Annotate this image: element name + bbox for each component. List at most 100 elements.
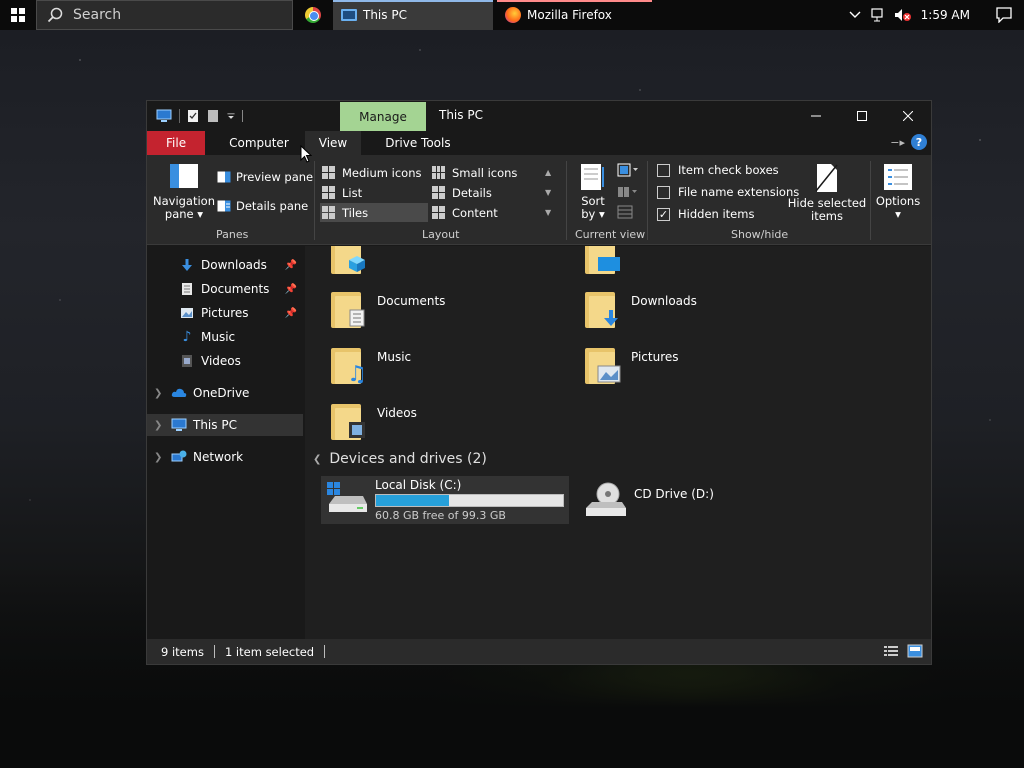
- folder-downloads[interactable]: Downloads: [583, 288, 697, 330]
- pin-icon[interactable]: 📌: [285, 284, 297, 295]
- chrome-icon: [305, 7, 321, 23]
- taskbar-task-this-pc[interactable]: This PC: [333, 0, 493, 30]
- taskbar-task-firefox[interactable]: Mozilla Firefox: [497, 0, 652, 30]
- task-label: This PC: [363, 8, 407, 22]
- hidden-items-label: Hidden items: [678, 207, 755, 221]
- notification-icon[interactable]: [984, 0, 1024, 30]
- properties-icon[interactable]: [186, 109, 200, 123]
- nav-item-label: Network: [193, 450, 244, 464]
- maximize-icon: [857, 111, 867, 121]
- chevron-down-icon[interactable]: ❮: [313, 454, 321, 465]
- nav-item-label: This PC: [193, 418, 237, 432]
- pin-icon[interactable]: 📌: [285, 260, 297, 271]
- explorer-window: Manage This PC File Computer View Drive …: [146, 100, 932, 665]
- taskbar: Search This PC Mozilla Firefox 1:59 AM: [0, 0, 1024, 30]
- devices-drives-header[interactable]: ❮ Devices and drives (2): [313, 451, 487, 467]
- tab-computer[interactable]: Computer: [205, 131, 305, 155]
- options-icon: [884, 164, 912, 190]
- network-icon[interactable]: [867, 0, 891, 30]
- minimize-button[interactable]: [793, 101, 839, 131]
- taskbar-chrome[interactable]: [293, 0, 333, 30]
- chevron-right-icon[interactable]: ❯: [154, 452, 162, 463]
- layout-more-icon[interactable]: ▼: [545, 203, 551, 222]
- folder-icon: [583, 344, 623, 386]
- customize-qat-icon[interactable]: [226, 109, 236, 123]
- maximize-button[interactable]: [839, 101, 885, 131]
- hidden-items-checkbox[interactable]: ✓: [657, 207, 670, 221]
- small-icons-icon: [432, 166, 445, 179]
- nav-item-this-pc[interactable]: ❯ This PC: [147, 414, 303, 436]
- sort-by-button[interactable]: Sort by ▾: [575, 163, 611, 221]
- taskbar-search[interactable]: Search: [36, 0, 293, 30]
- nav-item-music[interactable]: ♪ Music: [147, 326, 303, 348]
- options-button[interactable]: Options ▾: [875, 163, 921, 221]
- nav-item-onedrive[interactable]: ❯ OneDrive: [147, 382, 303, 404]
- help-icon[interactable]: ?: [911, 134, 927, 150]
- layout-medium-icons[interactable]: Medium icons: [320, 163, 428, 182]
- navigation-pane-button[interactable]: Navigation pane ▾: [153, 163, 215, 221]
- tab-file[interactable]: File: [147, 131, 206, 155]
- file-name-extensions-toggle[interactable]: File name extensions: [657, 185, 799, 199]
- item-check-boxes-checkbox[interactable]: [657, 163, 670, 177]
- add-columns-button[interactable]: [617, 185, 639, 199]
- pin-ribbon-icon[interactable]: −▸: [890, 136, 905, 149]
- folder-pictures[interactable]: Pictures: [583, 344, 679, 386]
- drive-cd-drive-d[interactable]: CD Drive (D:): [580, 476, 780, 524]
- size-columns-button[interactable]: [617, 205, 633, 219]
- group-by-button[interactable]: [617, 163, 639, 177]
- chevron-right-icon[interactable]: ❯: [154, 420, 162, 431]
- preview-pane-button[interactable]: Preview pane: [217, 170, 313, 184]
- folder-documents[interactable]: Documents: [329, 288, 445, 330]
- hide-selected-items-button[interactable]: Hide selected items: [787, 163, 867, 223]
- close-button[interactable]: [885, 101, 931, 131]
- layout-tiles[interactable]: Tiles: [320, 203, 428, 222]
- start-button[interactable]: [0, 0, 36, 30]
- folder-desktop[interactable]: [583, 246, 631, 276]
- video-film-icon: [347, 420, 367, 440]
- tab-view[interactable]: View: [304, 131, 362, 155]
- tab-manage[interactable]: Manage: [340, 102, 426, 131]
- folder-name: Music: [377, 350, 412, 364]
- new-folder-icon[interactable]: [206, 109, 220, 123]
- volume-muted-icon[interactable]: [891, 0, 915, 30]
- this-pc-icon: [341, 9, 357, 21]
- nav-item-label: Downloads: [201, 258, 267, 272]
- pin-icon[interactable]: 📌: [285, 308, 297, 319]
- item-check-boxes-toggle[interactable]: Item check boxes: [657, 163, 779, 177]
- onedrive-cloud-icon: [171, 385, 187, 401]
- nav-item-network[interactable]: ❯ Network: [147, 446, 303, 468]
- clock[interactable]: 1:59 AM: [915, 8, 984, 22]
- large-icons-view-icon[interactable]: [907, 644, 923, 658]
- folder-music[interactable]: ♫ Music: [329, 344, 412, 387]
- drive-local-disk-c[interactable]: Local Disk (C:) 60.8 GB free of 99.3 GB: [321, 476, 569, 524]
- document-icon: [179, 281, 195, 297]
- details-pane-button[interactable]: Details pane: [217, 199, 308, 213]
- download-arrow-icon: [601, 308, 621, 328]
- tab-drive-tools[interactable]: Drive Tools: [361, 131, 466, 155]
- nav-item-pictures[interactable]: Pictures 📌: [147, 302, 303, 324]
- layout-details[interactable]: Details: [430, 183, 538, 202]
- file-name-extensions-checkbox[interactable]: [657, 185, 670, 199]
- video-icon: [179, 353, 195, 369]
- drive-name: CD Drive (D:): [634, 487, 714, 501]
- layout-item-label: Medium icons: [342, 165, 422, 180]
- layout-content[interactable]: Content: [430, 203, 538, 222]
- preview-pane-label: Preview pane: [236, 170, 314, 184]
- chevron-up-icon[interactable]: [843, 0, 867, 30]
- hidden-items-toggle[interactable]: ✓ Hidden items: [657, 207, 754, 221]
- layout-scroll-up-icon[interactable]: ▲: [545, 163, 551, 182]
- nav-item-documents[interactable]: Documents 📌: [147, 278, 303, 300]
- section-header-label: Devices and drives (2): [329, 451, 487, 467]
- layout-scroll-down-icon[interactable]: ▼: [545, 183, 551, 202]
- layout-small-icons[interactable]: Small icons: [430, 163, 538, 182]
- layout-list[interactable]: List: [320, 183, 428, 202]
- nav-item-videos[interactable]: Videos: [147, 350, 303, 372]
- firefox-icon: [505, 7, 521, 23]
- chevron-right-icon[interactable]: ❯: [154, 388, 162, 399]
- nav-item-downloads[interactable]: Downloads 📌: [147, 254, 303, 276]
- folder-name: Documents: [377, 294, 446, 308]
- folder-videos[interactable]: Videos: [329, 400, 417, 442]
- this-pc-icon: [156, 109, 172, 122]
- folder-3d-objects[interactable]: [329, 246, 377, 276]
- details-view-icon[interactable]: [883, 644, 899, 658]
